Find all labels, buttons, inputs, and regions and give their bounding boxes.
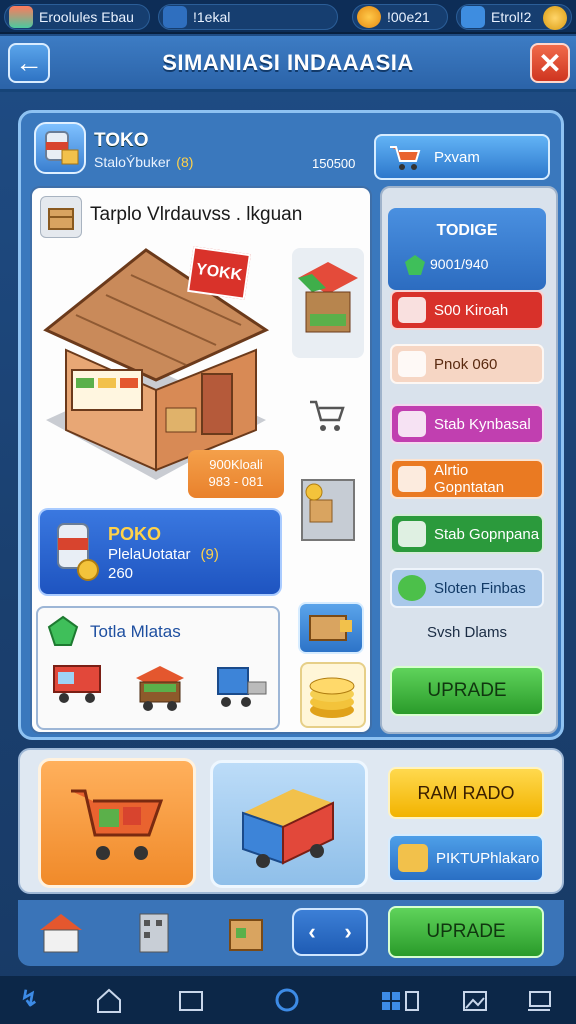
vehicle-blue-cart[interactable] [212,662,272,714]
shopping-cart-icon[interactable] [308,396,348,438]
crown-icon [163,6,187,28]
arrow-left-icon: ← [15,47,43,78]
status-pill-2-label: !1ekal [193,9,231,25]
house-icon[interactable] [34,908,88,958]
gold-coins-item[interactable] [300,662,366,728]
info-card-subtitle: PlelaUotatar (9) [108,546,219,563]
status-pill-2[interactable]: !1ekal [158,4,338,30]
shop-box-icon[interactable] [222,908,272,958]
page-nav-buttons[interactable]: ‹ › [292,908,368,956]
store-subtitle: StaloÝbuker (8) [94,154,193,170]
store-number: 150500 [312,156,356,171]
close-button[interactable]: ✕ [530,43,570,83]
status-pill-3[interactable]: !00e21 [352,4,448,30]
today-box [388,208,546,290]
canned-goods-icon [50,518,102,582]
vehicle-market-cart[interactable] [132,660,188,716]
display-heading: Tarplo Vlrdauvss . lkguan [90,204,303,225]
menu-item-5-label: Sloten Finbas [434,579,526,597]
info-card-title: POKO [108,524,162,544]
crate-stack-item[interactable] [296,470,360,550]
pickup-icon [398,844,428,872]
coin-icon [357,6,381,28]
menu-item-4[interactable]: Stab Gopnpana [390,514,544,554]
store-name: TOKO [94,130,149,151]
status-pill-4[interactable]: Etrol!2 [456,4,572,30]
upgrade-button-bottom[interactable]: UPRADE [388,906,544,958]
grid-icon[interactable] [378,986,426,1014]
chevron-left-icon[interactable]: ‹ [308,919,315,945]
store-action-button[interactable]: Pxvam [374,134,550,180]
photo-icon[interactable] [460,986,490,1014]
vehicle-truck-red[interactable] [50,656,106,710]
home-icon[interactable] [94,986,124,1014]
status-pill-1-label: Eroolules Ebau [39,9,134,25]
info-card-value: 260 [108,565,134,582]
building-icon[interactable] [132,908,176,958]
menu-item-3-label: Alrtio Gopntatan [434,462,505,496]
menu-item-2-icon [398,411,426,437]
circle-icon[interactable] [272,986,302,1014]
shop-sign: YOKK [187,246,251,300]
pickup-button[interactable]: PIKTUPhlakaro [388,834,544,882]
gem-icon [46,614,80,648]
vehicles-title: Totla Mlatas [90,622,181,641]
market-stall-item[interactable] [292,248,364,358]
menu-item-1-icon [398,351,426,377]
menu-item-0[interactable]: S00 Kiroah [390,290,544,330]
upgrade-button-side[interactable]: UPRADE [390,666,544,716]
app-icon [9,6,33,28]
page-title: SIMANIASI INDAAASIA [162,50,414,75]
shield-icon [461,6,485,28]
coin-stack-icon [543,6,567,30]
store-icon [34,122,86,174]
pickup-button-label: PIKTUPhlakaro [436,849,540,867]
chevron-right-icon[interactable]: › [344,919,351,945]
ram-rado-button[interactable]: RAM RADO [388,767,544,819]
today-value: 9001/940 [430,256,489,272]
status-pill-1[interactable]: Eroolules Ebau [4,4,150,30]
menu-item-4-label: Stab Gopnpana [434,525,540,543]
menu-item-2[interactable]: Stab Kynbasal [390,404,544,444]
price-tag: 900Kloali 983 - 081 [188,450,284,498]
cart-icon [388,143,422,171]
menu-item-1-label: Pnok 060 [434,355,498,373]
menu-item-5-icon [398,575,426,601]
menu-item-5[interactable]: Sloten Finbas [390,568,544,608]
brand-icon[interactable]: ↯ [20,986,50,1014]
menu-item-1[interactable]: Pnok 060 [390,344,544,384]
store-level-badge: (8) [176,154,194,170]
price-tag-line2: 983 - 081 [208,474,264,489]
green-gem-icon [404,254,426,276]
store-action-label: Pxvam [434,148,480,166]
menu-note: Svsh Dlams [426,624,508,641]
menu-item-4-icon [398,521,426,547]
close-icon: ✕ [538,47,562,79]
menu-item-3-icon [398,466,426,492]
delivery-truck-tile[interactable] [210,760,368,888]
back-button[interactable]: ← [8,43,50,83]
menu-item-0-label: S00 Kiroah [434,301,509,319]
status-pill-3-label: !00e21 [387,9,430,25]
price-tag-line1: 900Kloali [209,457,263,472]
store-subtitle-text: StaloÝbuker [94,154,171,170]
info-card-subtitle-text: PlelaUotatar [108,546,191,563]
window-icon[interactable] [176,986,206,1014]
info-card-level: (9) [200,546,219,563]
menu-item-3[interactable]: Alrtio Gopntatan [390,459,544,499]
shopping-cart-tile[interactable] [38,758,196,888]
warehouse-button[interactable] [298,602,364,654]
menu-item-0-icon [398,297,426,323]
box-icon [40,196,82,238]
shop-sign-text: YOKK [194,260,244,285]
menu-item-2-label: Stab Kynbasal [434,415,531,433]
today-title: TODIGE [436,222,498,239]
status-pill-4-label: Etrol!2 [491,9,532,25]
cast-icon[interactable] [524,986,554,1014]
